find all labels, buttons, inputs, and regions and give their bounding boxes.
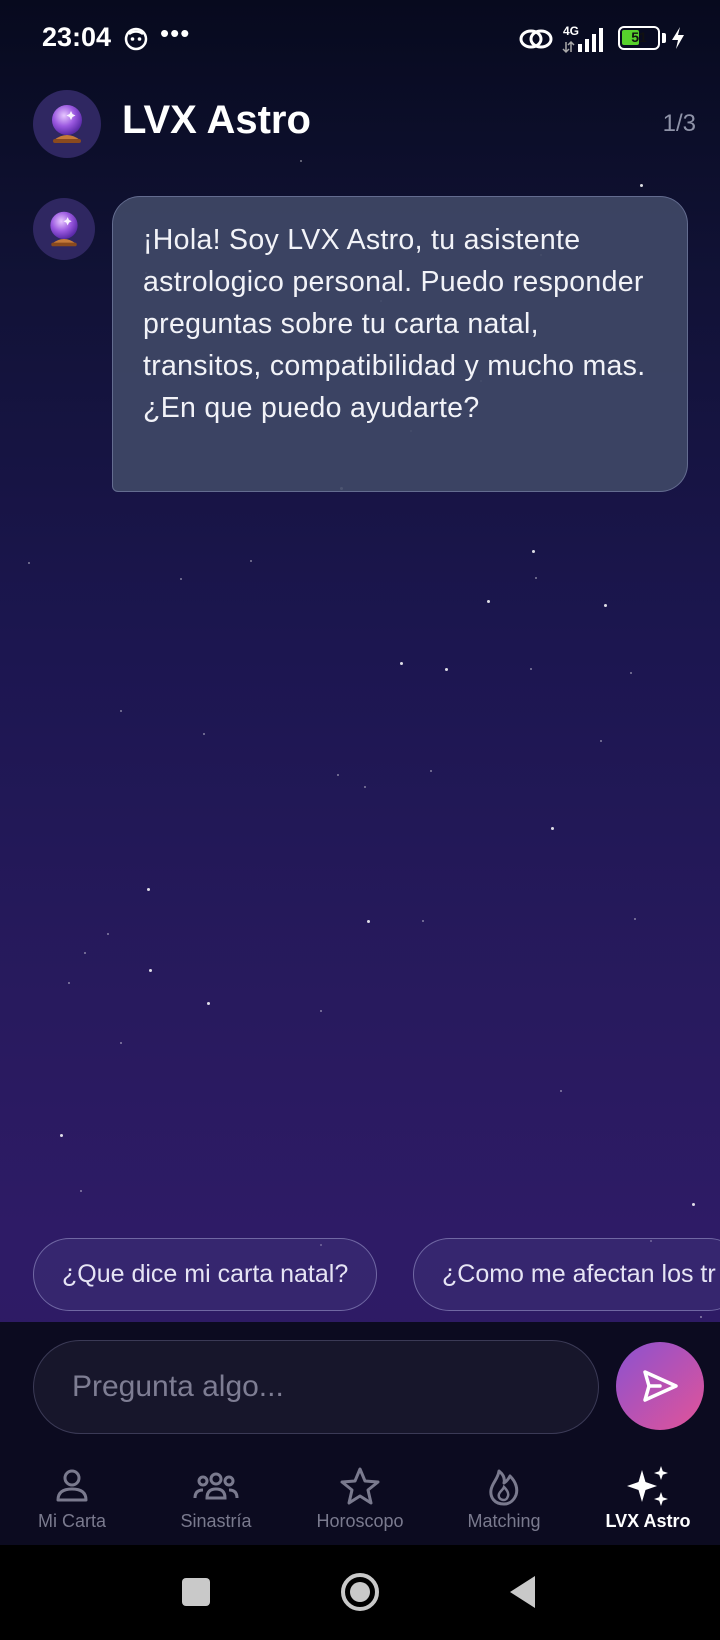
nav-item-mi-carta[interactable]: Mi Carta — [0, 1454, 144, 1545]
suggestion-chip[interactable]: ¿Como me afectan los tr — [413, 1238, 720, 1311]
notification-app-icon — [124, 27, 148, 51]
nav-label: Horoscopo — [316, 1511, 404, 1531]
star-dot — [180, 578, 182, 580]
star-dot — [147, 888, 150, 891]
nav-item-sinastria[interactable]: Sinastría — [144, 1454, 288, 1545]
person-icon — [56, 1469, 88, 1502]
nav-label: Matching — [467, 1511, 541, 1531]
status-time: 23:04 — [42, 22, 112, 52]
crystal-ball-avatar — [33, 90, 101, 158]
star-dot — [367, 920, 370, 923]
nav-label: Mi Carta — [37, 1511, 106, 1531]
battery-icon: 51 — [618, 26, 660, 50]
sparkles-icon — [627, 1466, 668, 1506]
star-dot — [604, 604, 607, 607]
star-dot — [337, 774, 339, 776]
signal-strength-icon — [562, 28, 603, 54]
star-dot — [560, 1090, 562, 1092]
star-dot — [530, 668, 532, 670]
group-icon — [193, 1472, 239, 1500]
star-dot — [630, 672, 632, 674]
send-button[interactable] — [616, 1342, 704, 1430]
star-dot — [203, 733, 205, 735]
system-navigation-bar — [0, 1545, 720, 1640]
battery-cap — [662, 33, 666, 43]
star-dot — [430, 770, 432, 772]
bottom-navigation: Mi Carta Sinastría Horoscopo Matching LV… — [0, 1454, 720, 1545]
star-dot — [120, 710, 122, 712]
star-dot — [84, 952, 86, 954]
star-dot — [634, 918, 636, 920]
conversation-counter[interactable]: 1/3 — [663, 110, 696, 138]
crystal-ball-icon — [52, 105, 82, 143]
crystal-ball-icon — [50, 211, 78, 247]
star-dot — [28, 562, 30, 564]
nav-item-matching[interactable]: Matching — [432, 1454, 576, 1545]
home-button[interactable] — [335, 1567, 385, 1617]
star-dot — [692, 1203, 695, 1206]
star-dot — [445, 668, 448, 671]
star-dot — [68, 982, 70, 984]
flame-icon — [489, 1469, 519, 1506]
star-dot — [364, 786, 366, 788]
battery-level: 51 — [631, 29, 647, 45]
back-button[interactable] — [499, 1567, 549, 1617]
star-dot — [107, 933, 109, 935]
chat-header: LVX Astro 1/3 — [0, 88, 720, 160]
send-icon — [643, 1370, 678, 1402]
star-dot — [60, 1134, 63, 1137]
hotspot-link-icon — [519, 29, 553, 49]
suggestion-chip[interactable]: ¿Que dice mi carta natal? — [33, 1238, 378, 1311]
assistant-avatar — [33, 198, 95, 260]
recents-button[interactable] — [171, 1567, 221, 1617]
star-dot — [532, 550, 535, 553]
star-dot — [207, 1002, 210, 1005]
more-notifications-icon: ••• — [160, 18, 191, 48]
suggestion-chips: ¿Que dice mi carta natal? ¿Como me afect… — [33, 1238, 720, 1312]
composer-bar: Pregunta algo... — [0, 1322, 720, 1454]
star-dot — [487, 600, 490, 603]
star-dot — [120, 1042, 122, 1044]
star-dot — [250, 560, 252, 562]
charging-bolt-icon — [672, 27, 684, 49]
star-dot — [80, 1190, 82, 1192]
star-dot — [422, 920, 424, 922]
star-dot — [400, 662, 403, 665]
star-dot — [640, 184, 643, 187]
star-dot — [600, 740, 602, 742]
star-dot — [149, 969, 152, 972]
assistant-message-bubble: ¡Hola! Soy LVX Astro, tu asistente astro… — [112, 196, 688, 492]
page-title: LVX Astro — [122, 98, 311, 142]
star-dot — [551, 827, 554, 830]
star-dot — [700, 1316, 702, 1318]
star-dot — [320, 1010, 322, 1012]
app-screen: 23:04 ••• 4G 51 LVX Astro 1/3 ¡Hola! Soy… — [0, 0, 720, 1545]
nav-item-lvx-astro[interactable]: LVX Astro — [576, 1454, 720, 1545]
star-dot — [535, 577, 537, 579]
message-input[interactable]: Pregunta algo... — [33, 1340, 599, 1434]
nav-label: LVX Astro — [605, 1511, 691, 1531]
nav-label: Sinastría — [180, 1511, 252, 1531]
status-bar: 23:04 ••• 4G 51 — [0, 0, 720, 80]
nav-item-horoscopo[interactable]: Horoscopo — [288, 1454, 432, 1545]
star-icon — [340, 1467, 380, 1505]
star-dot — [300, 160, 302, 162]
